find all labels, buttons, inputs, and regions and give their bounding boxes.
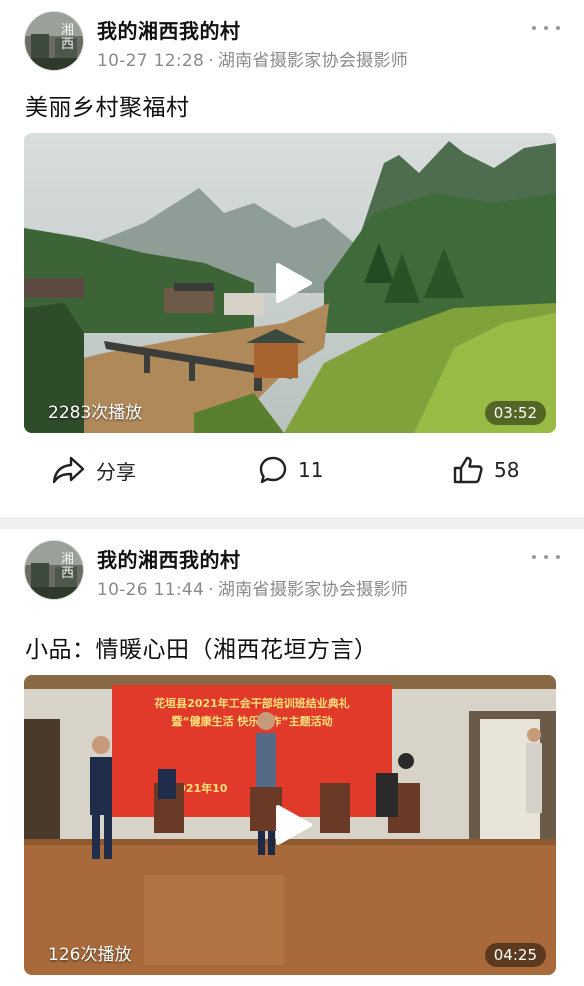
video-duration: 03:52 xyxy=(484,401,546,425)
post-card: 湘 西 我的湘西我的村 10-27 12:28 · 湖南省摄影家协会摄影师 美丽乡村… xyxy=(0,0,584,517)
play-icon[interactable] xyxy=(272,263,312,303)
svg-text:湘: 湘 xyxy=(61,23,74,38)
play-count: 126次播放 xyxy=(48,945,132,965)
comment-button[interactable]: 11 xyxy=(258,455,323,485)
post-title: 小品：情暖心田（湘西花垣方言） xyxy=(25,637,378,663)
post-title: 美丽乡村聚福村 xyxy=(25,95,190,121)
share-button[interactable]: 分享 xyxy=(52,455,136,485)
avatar[interactable]: 湘 西 xyxy=(24,540,84,600)
post-header: 湘 西 我的湘西我的村 10-27 12:28 · 湖南省摄影家协会摄影师 xyxy=(0,0,584,75)
comment-count: 11 xyxy=(298,458,324,482)
play-icon[interactable] xyxy=(272,805,312,845)
author-source: 湖南省摄影家协会摄影师 xyxy=(217,580,409,600)
post-card: 湘 西 我的湘西我的村 10-26 11:44 · 湖南省摄影家协会摄影师 小品：情… xyxy=(0,529,584,986)
play-count: 2283次播放 xyxy=(48,403,143,423)
action-bar: 分享 11 58 xyxy=(0,445,584,505)
author-name[interactable]: 我的湘西我的村 xyxy=(97,544,241,573)
like-count: 58 xyxy=(494,458,520,482)
banner-line1: 花垣县2021年工会干部培训班结业典礼 xyxy=(154,696,350,710)
comment-icon xyxy=(259,456,287,484)
like-icon xyxy=(453,456,483,484)
more-icon[interactable] xyxy=(532,18,560,38)
divider xyxy=(0,517,584,529)
post-meta: 10-27 12:28 · 湖南省摄影家协会摄影师 xyxy=(97,51,409,71)
video-player[interactable]: 2283次播放 03:52 xyxy=(24,133,556,433)
svg-text:湘: 湘 xyxy=(61,552,74,567)
post-time: 10-27 12:28 xyxy=(97,51,205,71)
avatar[interactable]: 湘 西 xyxy=(24,11,84,71)
author-source: 湖南省摄影家协会摄影师 xyxy=(217,51,409,71)
post-time: 10-26 11:44 xyxy=(97,580,205,600)
video-duration: 04:25 xyxy=(484,943,546,967)
banner-line2: 暨“健康生活 快乐工作”主题活动 xyxy=(171,714,332,728)
post-header: 湘 西 我的湘西我的村 10-26 11:44 · 湖南省摄影家协会摄影师 xyxy=(0,529,584,604)
more-icon[interactable] xyxy=(532,547,560,567)
share-icon xyxy=(52,456,85,484)
author-name[interactable]: 我的湘西我的村 xyxy=(97,15,241,44)
post-meta: 10-26 11:44 · 湖南省摄影家协会摄影师 xyxy=(97,580,409,600)
svg-text:西: 西 xyxy=(61,566,74,581)
share-label: 分享 xyxy=(96,459,136,484)
svg-text:西: 西 xyxy=(61,37,74,52)
video-player[interactable]: 花垣县2021年工会干部培训班结业典礼 暨“健康生活 快乐工作”主题活动 202… xyxy=(24,675,556,975)
like-button[interactable]: 58 xyxy=(452,455,519,485)
